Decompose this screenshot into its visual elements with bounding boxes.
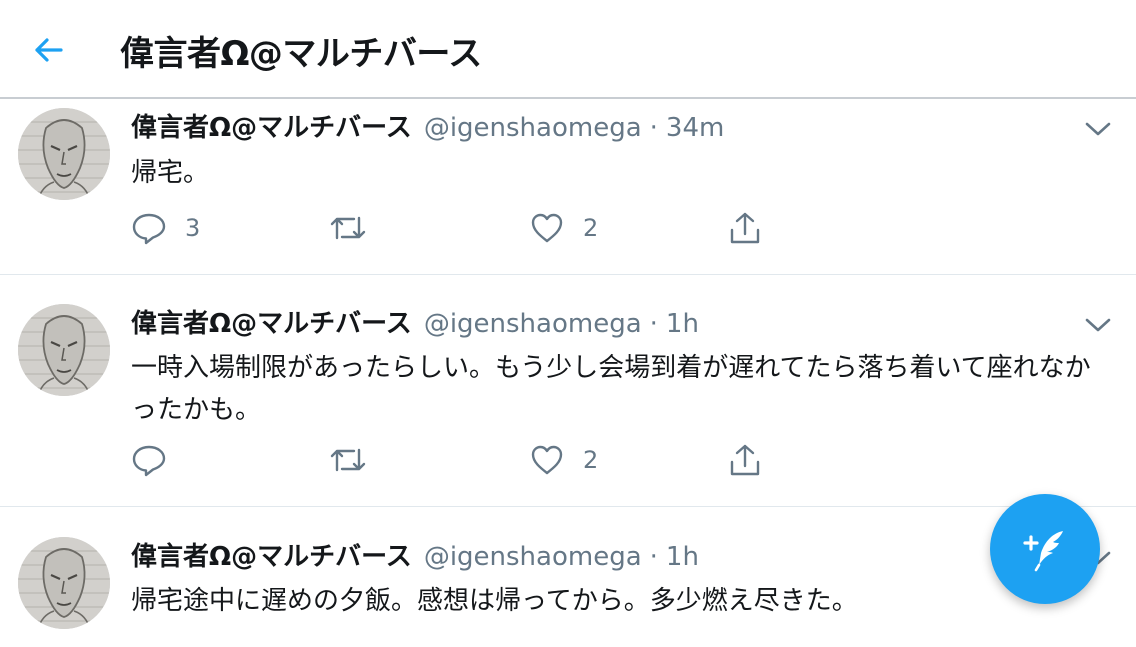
reply-count: 3 — [185, 214, 201, 242]
retweet-button[interactable] — [328, 208, 386, 248]
reply-button[interactable]: 3 — [131, 208, 200, 248]
heart-icon — [531, 213, 563, 243]
heart-icon — [531, 445, 563, 475]
reply-icon — [132, 445, 166, 477]
tweet-header: 偉言者Ω@マルチバース @igenshaomega · 1h — [131, 307, 699, 341]
page-title: 偉言者Ω@マルチバース — [120, 34, 482, 74]
retweet-button[interactable] — [328, 440, 386, 480]
share-button[interactable] — [727, 440, 763, 480]
separator-dot: · — [649, 113, 658, 143]
timestamp[interactable]: 1h — [666, 542, 699, 572]
tweet-header: 偉言者Ω@マルチバース @igenshaomega · 34m — [131, 111, 724, 145]
share-button[interactable] — [727, 208, 763, 248]
tweet[interactable]: 偉言者Ω@マルチバース @igenshaomega · 1h 一時入場制限があったらし… — [0, 275, 1136, 507]
tweet-actions: 2 — [131, 440, 831, 480]
user-handle[interactable]: @igenshaomega — [424, 542, 642, 572]
avatar[interactable] — [18, 304, 110, 396]
user-handle[interactable]: @igenshaomega — [424, 113, 642, 143]
tweet-menu-button[interactable] — [1082, 117, 1114, 141]
tweet-header: 偉言者Ω@マルチバース @igenshaomega · 1h — [131, 540, 699, 574]
reply-button[interactable] — [131, 440, 185, 480]
tweet[interactable]: 偉言者Ω@マルチバース @igenshaomega · 1h 帰宅途中に遅めの夕飯。感… — [0, 507, 1136, 647]
timestamp[interactable]: 34m — [666, 113, 724, 143]
retweet-icon — [330, 216, 366, 240]
avatar[interactable] — [18, 108, 110, 200]
display-name[interactable]: 偉言者Ω@マルチバース — [131, 309, 412, 339]
tweet-text: 帰宅。 — [131, 158, 210, 188]
like-button[interactable]: 2 — [529, 440, 598, 480]
separator-dot: · — [649, 542, 658, 572]
top-bar: 偉言者Ω@マルチバース — [0, 0, 1136, 99]
reply-icon — [132, 213, 166, 245]
arrow-left-icon — [35, 38, 63, 62]
timestamp[interactable]: 1h — [666, 309, 699, 339]
tweet[interactable]: 偉言者Ω@マルチバース @igenshaomega · 34m 帰宅。 3 2 — [0, 99, 1136, 275]
compose-tweet-button[interactable] — [990, 494, 1100, 604]
chevron-down-icon — [1085, 318, 1111, 332]
retweet-icon — [330, 448, 366, 472]
like-count: 2 — [583, 446, 599, 474]
back-button[interactable] — [28, 30, 68, 70]
share-icon — [730, 212, 760, 244]
display-name[interactable]: 偉言者Ω@マルチバース — [131, 113, 412, 143]
separator-dot: · — [649, 309, 658, 339]
display-name[interactable]: 偉言者Ω@マルチバース — [131, 542, 412, 572]
user-handle[interactable]: @igenshaomega — [424, 309, 642, 339]
chevron-down-icon — [1085, 122, 1111, 136]
tweet-actions: 3 2 — [131, 208, 831, 248]
compose-tweet-icon — [1023, 531, 1063, 572]
like-button[interactable]: 2 — [529, 208, 598, 248]
tweet-text: 一時入場制限があったらしい。もう少し会場到着が遅れてたら落ち着いて座れなかったか… — [131, 353, 1091, 425]
share-icon — [730, 444, 760, 476]
tweet-text: 帰宅途中に遅めの夕飯。感想は帰ってから。多少燃え尽きた。 — [131, 586, 858, 616]
avatar[interactable] — [18, 537, 110, 629]
like-count: 2 — [583, 214, 599, 242]
tweet-menu-button[interactable] — [1082, 313, 1114, 337]
